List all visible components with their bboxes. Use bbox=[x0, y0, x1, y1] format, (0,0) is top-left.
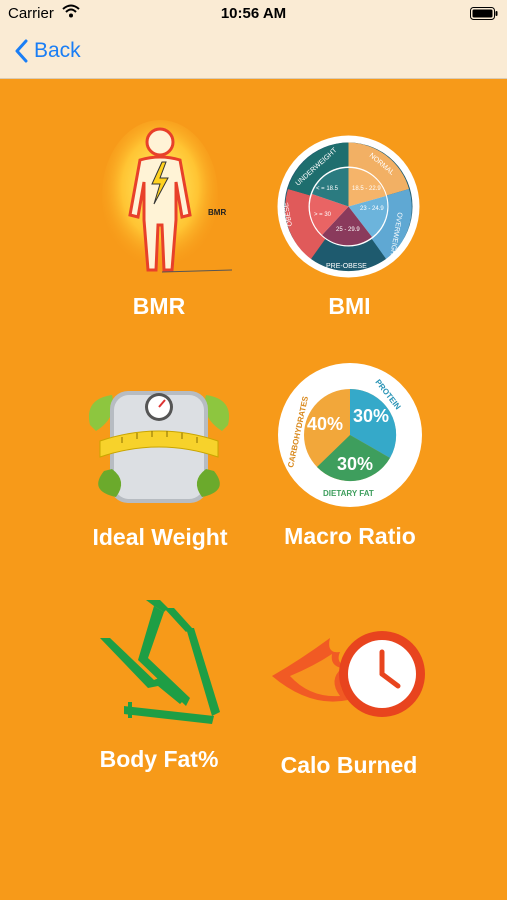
bmi-range-2-text: 18.5 - 22.9 bbox=[352, 186, 381, 192]
body-fat-tile[interactable]: Body Fat% bbox=[86, 598, 232, 778]
bmi-range-3-text: 23 - 24.9 bbox=[360, 206, 384, 212]
back-button[interactable]: Back bbox=[14, 39, 81, 63]
macro-pie-icon: CARBOHYDRATES PROTEIN DIETARY FAT 40% 30… bbox=[277, 362, 423, 508]
caliper-icon bbox=[94, 598, 226, 728]
status-time: 10:56 AM bbox=[220, 5, 287, 22]
battery-icon bbox=[470, 7, 498, 25]
scale-icon bbox=[82, 385, 236, 510]
macro-ratio-label: Macro Ratio bbox=[284, 523, 416, 549]
body-fat-label: Body Fat% bbox=[99, 746, 219, 772]
calo-burned-tile[interactable]: Calo Burned bbox=[268, 630, 430, 785]
carb-percent-text: 40% bbox=[307, 414, 343, 434]
protein-percent-text: 30% bbox=[353, 406, 389, 426]
bmi-range-5-text: > = 30 bbox=[314, 212, 332, 218]
fire-clock-icon bbox=[270, 630, 426, 725]
fat-percent-text: 30% bbox=[337, 454, 373, 474]
bmi-range-1-text: < = 18.5 bbox=[316, 186, 339, 192]
calo-burned-label: Calo Burned bbox=[280, 752, 418, 778]
bmr-label: BMR bbox=[132, 293, 186, 319]
bmi-range-4-text: 25 - 29.9 bbox=[336, 227, 360, 233]
ideal-weight-tile[interactable]: Ideal Weight bbox=[80, 385, 240, 555]
bmi-tile[interactable]: UNDERWEIGHT NORMAL OVERWEIGHT PRE-OBESE … bbox=[272, 132, 427, 325]
back-label: Back bbox=[34, 39, 81, 62]
bmr-icon-text: BMR bbox=[208, 208, 226, 217]
bmi-label: BMI bbox=[328, 293, 371, 319]
macro-ratio-tile[interactable]: CARBOHYDRATES PROTEIN DIETARY FAT 40% 30… bbox=[272, 362, 428, 555]
body-energy-icon: BMR bbox=[102, 120, 233, 280]
dietary-fat-text: DIETARY FAT bbox=[323, 489, 374, 498]
ideal-weight-label: Ideal Weight bbox=[92, 524, 228, 550]
status-bar: Carrier 10:56 AM bbox=[0, 0, 507, 28]
chevron-left-icon bbox=[15, 39, 28, 63]
bmi-wheel-icon: UNDERWEIGHT NORMAL OVERWEIGHT PRE-OBESE … bbox=[276, 134, 421, 279]
navigation-bar: Back bbox=[0, 28, 507, 79]
bmi-preobese-text: PRE-OBESE bbox=[326, 263, 367, 270]
bmr-tile[interactable]: BMR BMR bbox=[84, 120, 234, 325]
